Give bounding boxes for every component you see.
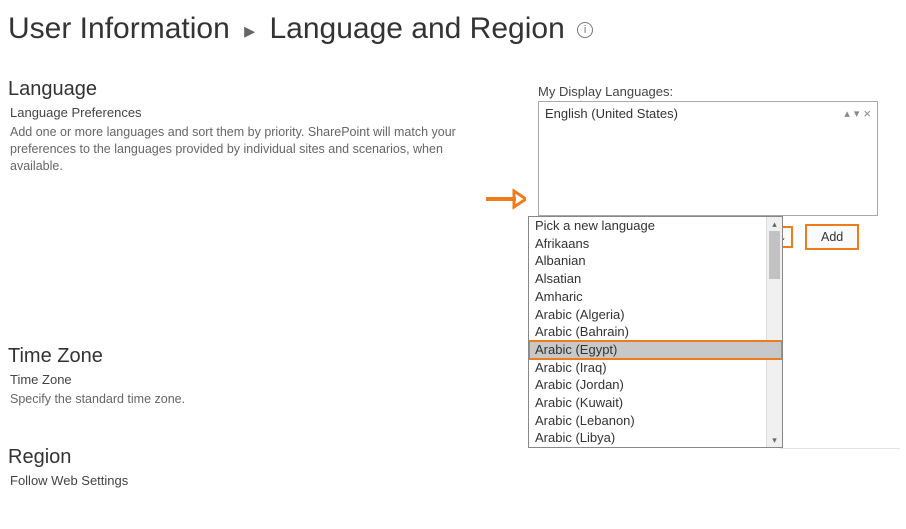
dropdown-option[interactable]: Arabic (Libya) <box>529 429 782 447</box>
timezone-heading: Time Zone <box>8 345 528 368</box>
dropdown-option[interactable]: Afrikaans <box>529 235 782 253</box>
scroll-thumb[interactable] <box>769 231 780 279</box>
breadcrumb-parent[interactable]: User Information <box>8 12 230 45</box>
divider <box>780 448 900 449</box>
timezone-description: Specify the standard time zone. <box>10 391 480 408</box>
breadcrumb-current: Language and Region <box>269 12 564 45</box>
language-heading: Language <box>8 78 528 101</box>
language-description: Add one or more languages and sort them … <box>10 124 480 175</box>
move-up-icon[interactable]: ▴ <box>844 107 850 120</box>
timezone-subheading: Time Zone <box>10 372 528 387</box>
dropdown-option[interactable]: Arabic (Kuwait) <box>529 394 782 412</box>
language-picker-dropdown[interactable]: Pick a new languageAfrikaansAlbanianAlsa… <box>528 216 783 448</box>
dropdown-option[interactable]: Arabic (Algeria) <box>529 306 782 324</box>
move-down-icon[interactable]: ▾ <box>854 107 860 120</box>
info-icon[interactable]: i <box>577 22 593 38</box>
breadcrumb: User Information ▸ Language and Region i <box>0 0 906 52</box>
display-languages-label: My Display Languages: <box>538 84 898 99</box>
scroll-up-icon[interactable]: ▴ <box>767 217 782 231</box>
breadcrumb-separator-icon: ▸ <box>244 18 255 43</box>
dropdown-option[interactable]: Arabic (Egypt) <box>529 341 782 359</box>
region-heading: Region <box>8 446 528 469</box>
dropdown-scrollbar[interactable]: ▴ ▾ <box>766 217 782 447</box>
selected-language-text: English (United States) <box>545 106 678 121</box>
dropdown-option[interactable]: Pick a new language <box>529 217 782 235</box>
remove-icon[interactable]: × <box>863 106 871 121</box>
add-button[interactable]: Add <box>805 224 859 250</box>
display-languages-listbox[interactable]: English (United States) ▴ ▾ × <box>538 101 878 216</box>
dropdown-option[interactable]: Arabic (Iraq) <box>529 359 782 377</box>
list-item[interactable]: English (United States) ▴ ▾ × <box>545 106 871 121</box>
dropdown-option[interactable]: Alsatian <box>529 270 782 288</box>
dropdown-option[interactable]: Arabic (Lebanon) <box>529 412 782 430</box>
dropdown-option[interactable]: Amharic <box>529 288 782 306</box>
language-preferences-subheading: Language Preferences <box>10 105 528 120</box>
region-subheading: Follow Web Settings <box>10 473 528 488</box>
dropdown-option[interactable]: Albanian <box>529 252 782 270</box>
scroll-down-icon[interactable]: ▾ <box>767 433 782 447</box>
callout-arrow-icon <box>484 188 526 210</box>
dropdown-option[interactable]: Arabic (Bahrain) <box>529 323 782 341</box>
dropdown-option[interactable]: Arabic (Jordan) <box>529 376 782 394</box>
